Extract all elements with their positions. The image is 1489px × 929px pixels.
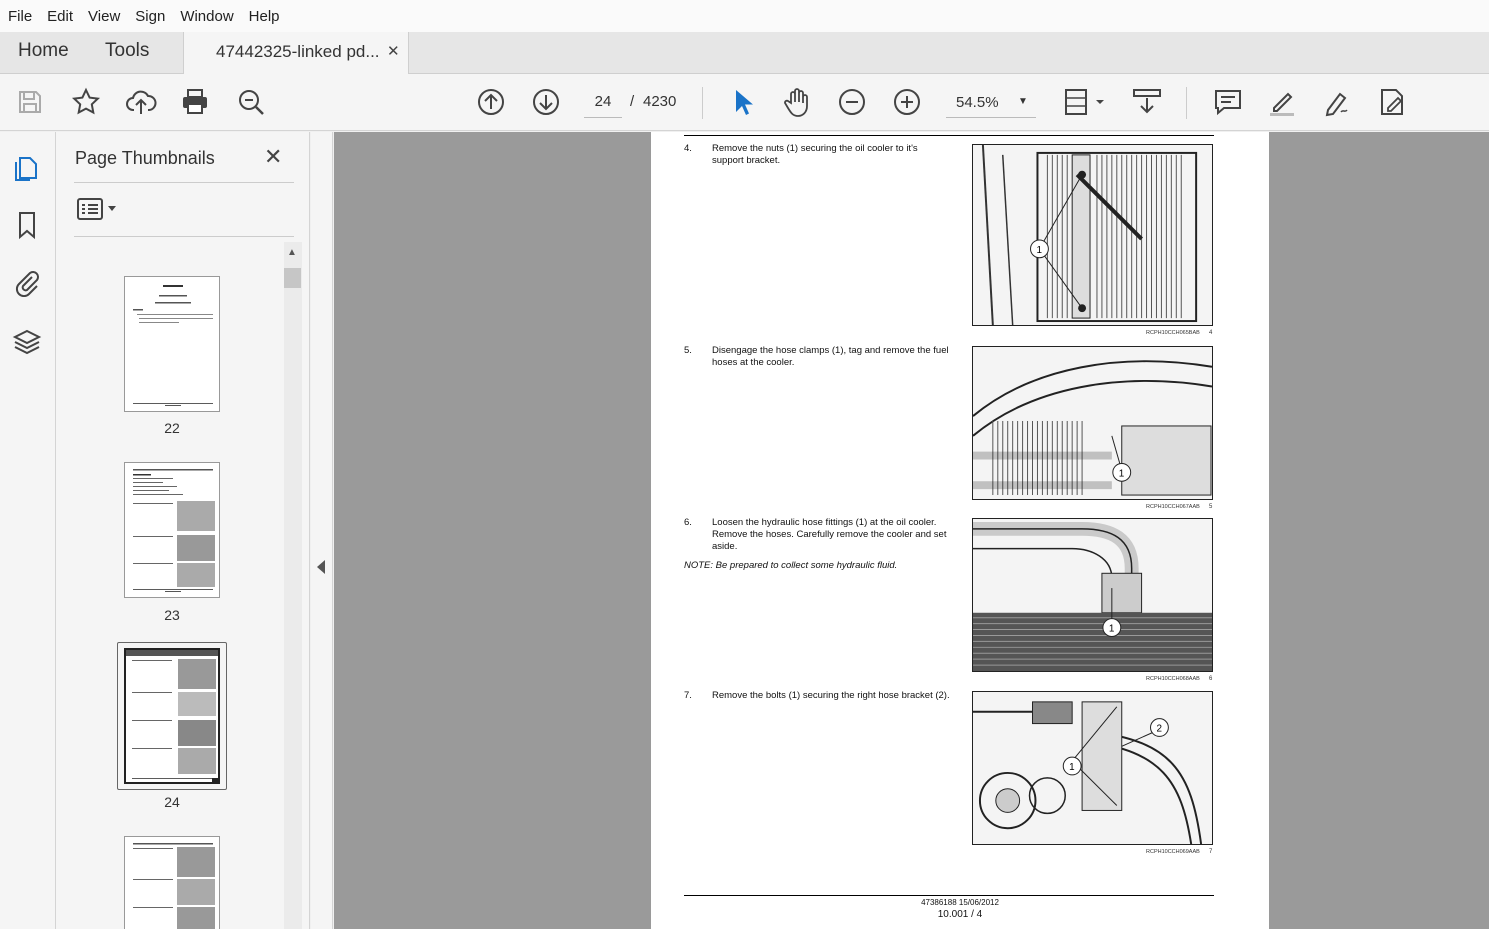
tab-bar: Home Tools 47442325-linked pd... ✕ <box>0 32 1489 75</box>
upload-cloud-icon[interactable] <box>125 86 157 118</box>
figure-fuel-hoses: 1 <box>972 346 1213 500</box>
menu-bar: File Edit View Sign Window Help <box>0 0 1489 32</box>
total-pages: 4230 <box>643 93 677 110</box>
thumbnail-label: 23 <box>164 607 180 623</box>
thumbnail-page-current[interactable] <box>124 648 220 784</box>
save-icon[interactable] <box>14 86 46 118</box>
figure-hose-bracket: 1 2 <box>972 691 1213 845</box>
step-text: Remove the bolts (1) securing the right … <box>712 690 950 701</box>
menu-view[interactable]: View <box>88 8 120 25</box>
scrollbar-thumb[interactable] <box>284 268 301 288</box>
page-fit-icon[interactable] <box>1062 86 1108 118</box>
figure-code: RCPH10CCH065BAB <box>1146 330 1200 336</box>
thumbnail-label: 22 <box>164 420 180 436</box>
footer-doc-code: 47386188 15/06/2012 <box>921 898 999 907</box>
zoom-in-icon[interactable] <box>891 86 923 118</box>
layers-icon[interactable] <box>12 327 42 357</box>
thumbnail-list: 22 23 24 <box>56 238 284 929</box>
thumbnail-page[interactable] <box>124 276 220 412</box>
tab-document[interactable]: 47442325-linked pd... ✕ <box>183 32 409 75</box>
step-number: 4. <box>684 143 692 154</box>
toolbar: / 4230 54.5% ▼ <box>0 74 1489 131</box>
menu-window[interactable]: Window <box>180 8 233 25</box>
thumbnail-options-icon[interactable] <box>76 196 120 222</box>
page-number-input[interactable] <box>584 86 622 118</box>
panel-title: Page Thumbnails <box>75 148 215 168</box>
tab-tools[interactable]: Tools <box>105 40 149 62</box>
tab-close-icon[interactable]: ✕ <box>387 42 400 60</box>
step-number: 7. <box>684 690 692 701</box>
collapse-arrow-icon <box>317 560 325 574</box>
step-number: 6. <box>684 517 692 528</box>
sign-pen-icon[interactable] <box>1321 86 1353 118</box>
left-rail <box>0 132 56 929</box>
page-bottom-rule <box>684 895 1214 896</box>
print-icon[interactable] <box>179 86 211 118</box>
comment-icon[interactable] <box>1212 86 1244 118</box>
page-thumbnails-icon[interactable] <box>12 152 42 182</box>
figure-code: RCPH10CCH067AAB <box>1146 504 1200 510</box>
menu-help[interactable]: Help <box>249 8 280 25</box>
page-separator: / <box>630 93 635 110</box>
figure-number: 7 <box>1209 849 1213 855</box>
thumbnail-scrollbar[interactable]: ▲ <box>284 242 302 929</box>
step-text: Remove the nuts (1) securing the oil coo… <box>712 143 918 166</box>
svg-text:1: 1 <box>1069 762 1075 773</box>
step-text: Loosen the hydraulic hose fittings (1) a… <box>712 517 947 552</box>
menu-edit[interactable]: Edit <box>47 8 73 25</box>
svg-text:2: 2 <box>1156 723 1162 734</box>
previous-page-icon[interactable] <box>475 86 507 118</box>
step-number: 5. <box>684 345 692 356</box>
highlight-pen-icon[interactable] <box>1266 86 1298 118</box>
scroll-up-icon[interactable]: ▲ <box>287 247 297 258</box>
hand-tool-icon[interactable] <box>781 86 813 118</box>
figure-oil-cooler: 1 <box>972 144 1213 326</box>
thumbnail-label: 24 <box>164 794 180 810</box>
chevron-down-icon: ▼ <box>1018 96 1028 107</box>
figure-number: 4 <box>1209 330 1213 336</box>
figure-number: 6 <box>1209 676 1213 682</box>
bookmark-icon[interactable] <box>12 210 42 240</box>
figure-hydraulic-fittings: 1 <box>972 518 1213 672</box>
thumbnails-panel: Page Thumbnails ✕ 22 23 24 ▲ <box>56 132 310 929</box>
divider <box>74 182 294 183</box>
next-page-icon[interactable] <box>530 86 562 118</box>
note-text: NOTE: Be prepared to collect some hydrau… <box>684 560 898 571</box>
tab-home[interactable]: Home <box>18 40 69 62</box>
close-panel-icon[interactable]: ✕ <box>264 144 282 170</box>
divider <box>74 236 294 237</box>
footer-page-number: 10.001 / 4 <box>937 909 983 920</box>
figure-code: RCPH10CCH069AAB <box>1146 849 1200 855</box>
zoom-out-icon[interactable] <box>836 86 868 118</box>
zoom-dropdown[interactable]: 54.5% ▼ <box>946 86 1036 118</box>
page-top-rule <box>684 135 1214 136</box>
thumbnail-page[interactable] <box>124 836 220 929</box>
figure-number: 5 <box>1209 504 1213 510</box>
attachment-paperclip-icon[interactable] <box>12 267 42 298</box>
thumbnail-page[interactable] <box>124 462 220 598</box>
more-tools-icon[interactable] <box>1376 86 1408 118</box>
zoom-value: 54.5% <box>956 94 999 111</box>
document-viewport: 4. Remove the nuts (1) securing the oil … <box>334 132 1489 929</box>
scroll-mode-icon[interactable] <box>1131 86 1163 118</box>
star-icon[interactable] <box>70 86 102 118</box>
toolbar-divider <box>702 87 703 119</box>
select-cursor-icon[interactable] <box>727 86 759 118</box>
document-page: 4. Remove the nuts (1) securing the oil … <box>651 132 1269 929</box>
svg-text:1: 1 <box>1109 624 1115 635</box>
tab-document-title: 47442325-linked pd... <box>216 42 380 61</box>
panel-collapse-handle[interactable] <box>311 132 333 929</box>
toolbar-divider <box>1186 87 1187 119</box>
search-zoom-icon[interactable] <box>235 86 267 118</box>
menu-sign[interactable]: Sign <box>135 8 165 25</box>
step-text: Disengage the hose clamps (1), tag and r… <box>712 345 949 368</box>
svg-text:1: 1 <box>1119 468 1125 479</box>
figure-code: RCPH10CCH068AAB <box>1146 676 1200 682</box>
menu-file[interactable]: File <box>8 8 32 25</box>
svg-text:1: 1 <box>1036 245 1042 256</box>
